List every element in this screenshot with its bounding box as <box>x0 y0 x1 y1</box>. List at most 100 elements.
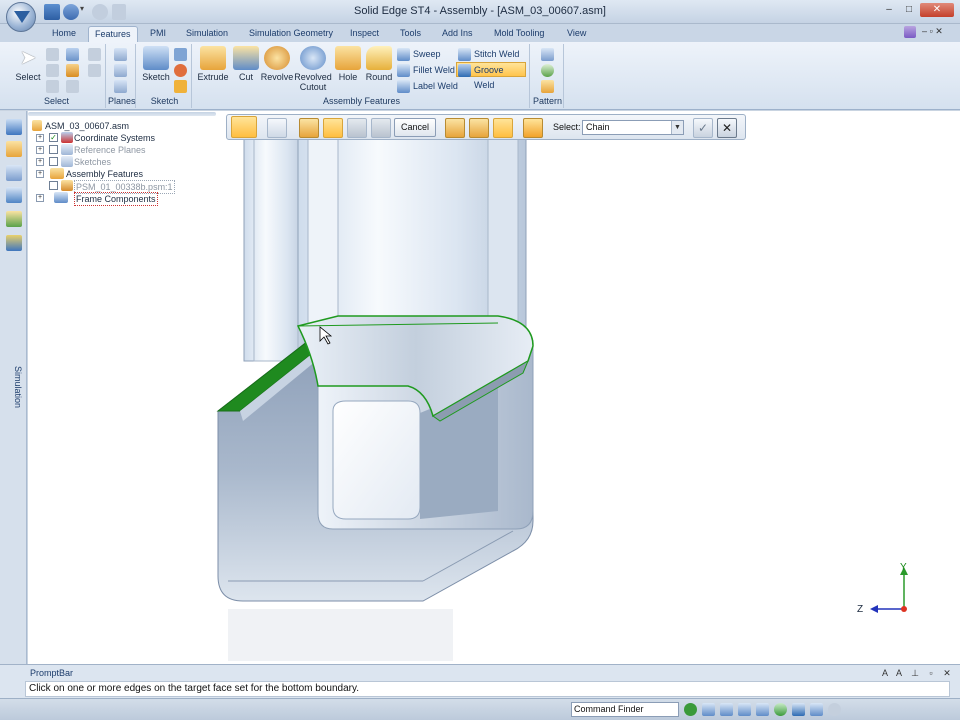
label-weld-button[interactable]: Label Weld <box>396 79 458 94</box>
maximize-button[interactable]: □ <box>900 3 918 17</box>
select-tool-icon-3[interactable] <box>46 80 59 93</box>
plane-icon-3[interactable] <box>114 80 127 93</box>
undo-icon[interactable] <box>63 4 79 20</box>
tab-view[interactable]: View <box>561 26 592 42</box>
step-icon-1[interactable] <box>299 118 319 138</box>
sensors-tab-icon[interactable] <box>6 211 22 227</box>
hole-button[interactable]: Hole <box>334 46 362 82</box>
round-button[interactable]: Round <box>364 46 394 82</box>
revolved-cutout-button[interactable]: Revolved Cutout <box>294 46 332 92</box>
3d-viewport[interactable]: Y Z ASM_03_00607.asm + ✓ Coordinate Syst… <box>28 111 960 664</box>
cut-button[interactable]: Cut <box>232 46 260 82</box>
zoom-icon[interactable] <box>720 703 733 716</box>
document-window-controls[interactable]: – ▫ ✕ <box>922 26 956 38</box>
sketch-tool-icon-2[interactable] <box>174 64 187 77</box>
tab-pmi[interactable]: PMI <box>144 26 172 42</box>
select-tool-icon-2[interactable] <box>66 48 79 61</box>
font-size-down-icon[interactable]: A <box>894 668 904 678</box>
minimize-button[interactable]: – <box>880 3 898 17</box>
sketch-tool-icon-3[interactable] <box>174 80 187 93</box>
expand-toggle[interactable]: + <box>36 134 44 142</box>
tab-features[interactable]: Features <box>88 26 138 42</box>
plane-icon-1[interactable] <box>114 48 127 61</box>
close-button[interactable]: ✕ <box>920 3 954 17</box>
chevron-down-icon[interactable]: ▼ <box>671 121 683 134</box>
visibility-checkbox[interactable]: ✓ <box>49 133 58 142</box>
sweep-button[interactable]: Sweep <box>396 47 441 62</box>
rotate-icon[interactable] <box>774 703 787 716</box>
view-cube-icon[interactable] <box>792 703 805 716</box>
expand-toggle[interactable]: + <box>36 194 44 202</box>
groove-weld-button[interactable]: Groove Weld <box>456 62 526 90</box>
feature-library-tab-icon[interactable] <box>6 187 22 203</box>
pin-icon[interactable]: ⊥ <box>910 668 920 679</box>
help-icon[interactable] <box>904 26 916 38</box>
view-triad[interactable] <box>870 567 908 613</box>
refresh-icon[interactable] <box>684 703 697 716</box>
qat-more-icon[interactable] <box>112 4 126 20</box>
step-icon-5[interactable] <box>445 118 465 138</box>
font-size-up-icon[interactable]: A <box>880 668 890 678</box>
lock-icon[interactable] <box>66 64 79 77</box>
fillet-weld-button[interactable]: Fillet Weld <box>396 63 455 78</box>
fit-icon[interactable] <box>738 703 751 716</box>
step-icon-6[interactable] <box>469 118 489 138</box>
tab-simulation-geometry[interactable]: Simulation Geometry <box>243 26 339 42</box>
application-button[interactable] <box>6 2 36 32</box>
select-button[interactable]: ➤ Select <box>12 46 44 82</box>
save-icon[interactable] <box>44 4 60 20</box>
undo-dropdown-icon[interactable]: ▾ <box>80 4 88 20</box>
simulation-tab-icon[interactable] <box>6 235 22 251</box>
layers-tab-icon[interactable] <box>6 165 22 181</box>
select-mode-dropdown[interactable]: Chain ▼ <box>582 120 684 135</box>
stitch-weld-button[interactable]: Stitch Weld <box>457 47 519 62</box>
tab-add-ins[interactable]: Add Ins <box>436 26 479 42</box>
command-finder-input[interactable]: Command Finder <box>571 702 679 717</box>
expand-toggle[interactable]: + <box>36 170 44 178</box>
sketch-button[interactable]: Sketch <box>141 46 171 82</box>
pathfinder-splitter[interactable] <box>28 112 216 116</box>
step-select-face-icon[interactable] <box>231 116 257 138</box>
pathfinder-tab-icon[interactable] <box>6 119 22 135</box>
step-icon-7[interactable] <box>493 118 513 138</box>
expand-toggle[interactable]: + <box>36 146 44 154</box>
close-command-icon[interactable]: ✕ <box>717 118 737 138</box>
tab-mold-tooling[interactable]: Mold Tooling <box>488 26 550 42</box>
extrude-button[interactable]: Extrude <box>196 46 230 82</box>
select-tool-icon-6[interactable] <box>88 64 101 77</box>
visibility-checkbox[interactable] <box>49 157 58 166</box>
step-icon-4[interactable] <box>371 118 391 138</box>
simulation-side-tab[interactable]: Simulation <box>3 366 23 436</box>
step-icon-2[interactable] <box>323 118 343 138</box>
filter-icon[interactable] <box>46 64 59 77</box>
tab-tools[interactable]: Tools <box>394 26 427 42</box>
pan-icon[interactable] <box>756 703 769 716</box>
pattern-icon-2[interactable] <box>541 64 554 77</box>
close-prompt-icon[interactable]: ✕ <box>942 668 952 679</box>
tab-simulation[interactable]: Simulation <box>180 26 234 42</box>
expand-toggle[interactable]: + <box>36 158 44 166</box>
tab-inspect[interactable]: Inspect <box>344 26 385 42</box>
revolve-button[interactable]: Revolve <box>260 46 294 82</box>
parts-library-tab-icon[interactable] <box>6 141 22 157</box>
accept-icon[interactable]: ✓ <box>693 118 713 138</box>
options-icon[interactable] <box>267 118 287 138</box>
visibility-checkbox[interactable] <box>49 145 58 154</box>
redo-icon[interactable] <box>92 4 108 20</box>
auto-hide-icon[interactable]: ▫ <box>926 668 936 678</box>
visibility-checkbox[interactable] <box>49 181 58 190</box>
step-icon-3[interactable] <box>347 118 367 138</box>
plane-icon-2[interactable] <box>114 64 127 77</box>
zoom-area-icon[interactable] <box>702 703 715 716</box>
sketch-tool-icon-1[interactable] <box>174 48 187 61</box>
select-filter-icon[interactable] <box>523 118 543 138</box>
select-tool-icon-4[interactable] <box>66 80 79 93</box>
shading-icon[interactable] <box>810 703 823 716</box>
cancel-button[interactable]: Cancel <box>394 118 436 137</box>
select-tool-icon-5[interactable] <box>88 48 101 61</box>
select-tool-icon-1[interactable] <box>46 48 59 61</box>
pattern-icon-3[interactable] <box>541 80 554 93</box>
pattern-icon-1[interactable] <box>541 48 554 61</box>
view-options-icon[interactable] <box>828 703 841 716</box>
tab-home[interactable]: Home <box>46 26 82 42</box>
